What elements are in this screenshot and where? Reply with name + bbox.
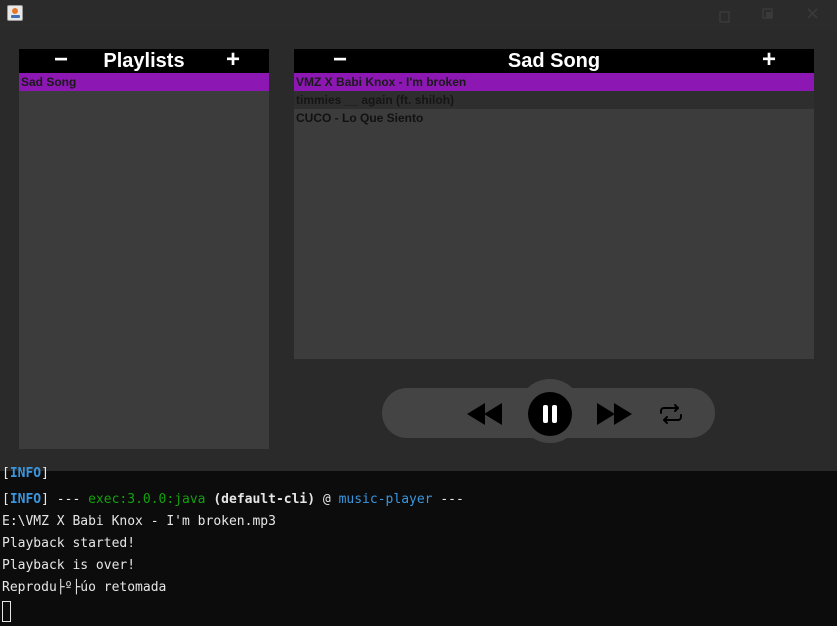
console-line: Playback is over! bbox=[2, 558, 136, 573]
songs-list[interactable]: VMZ X Babi Knox - I'm broken timmies __ … bbox=[294, 73, 814, 359]
info-tag: INFO bbox=[9, 466, 42, 481]
console-separator: --- bbox=[432, 492, 464, 507]
console-line: Reprodu├º├úo retomada bbox=[2, 580, 167, 595]
song-item[interactable]: timmies __ again (ft. shiloh) bbox=[294, 91, 814, 109]
songs-header: − Sad Song + bbox=[294, 48, 814, 73]
minimize-icon[interactable] bbox=[714, 4, 736, 24]
repeat-icon[interactable] bbox=[658, 403, 684, 425]
console-plugin: exec:3.0.0:java bbox=[88, 492, 206, 507]
add-song-button[interactable]: + bbox=[755, 48, 783, 73]
console-line: [INFO] bbox=[2, 466, 49, 481]
song-item[interactable]: CUCO - Lo Que Siento bbox=[294, 109, 814, 127]
add-playlist-button[interactable]: + bbox=[219, 48, 247, 73]
close-icon[interactable] bbox=[802, 4, 824, 24]
maximize-icon[interactable] bbox=[757, 4, 779, 24]
playlists-list[interactable]: Sad Song bbox=[19, 73, 269, 449]
playlist-item[interactable]: Sad Song bbox=[19, 73, 269, 91]
rewind-icon[interactable] bbox=[466, 403, 504, 425]
song-item[interactable]: VMZ X Babi Knox - I'm broken bbox=[294, 73, 814, 91]
console-line: Playback started! bbox=[2, 536, 136, 551]
fast-forward-icon[interactable] bbox=[596, 403, 634, 425]
console-line: [INFO] --- exec:3.0.0:java (default-cli)… bbox=[2, 492, 464, 507]
console-line: E:\VMZ X Babi Knox - I'm broken.mp3 bbox=[2, 514, 276, 529]
java-coffee-icon bbox=[7, 5, 23, 21]
playlist-title: Sad Song bbox=[507, 50, 601, 72]
remove-playlist-button[interactable]: − bbox=[47, 48, 75, 73]
terminal-output: [INFO] [INFO] --- exec:3.0.0:java (defau… bbox=[0, 466, 837, 626]
console-project: music-player bbox=[338, 492, 433, 507]
remove-song-button[interactable]: − bbox=[326, 48, 354, 73]
terminal-cursor[interactable] bbox=[2, 601, 11, 622]
playlists-header: − Playlists + bbox=[19, 48, 269, 73]
pause-icon[interactable] bbox=[528, 392, 572, 436]
console-at: @ bbox=[315, 492, 339, 507]
console-separator: --- bbox=[48, 492, 89, 507]
info-tag: INFO bbox=[9, 492, 42, 507]
music-player-window: − Playlists + Sad Song − Sad Song + VMZ … bbox=[0, 30, 837, 471]
window-titlebar bbox=[0, 0, 837, 30]
console-execution: (default-cli) bbox=[213, 492, 316, 507]
